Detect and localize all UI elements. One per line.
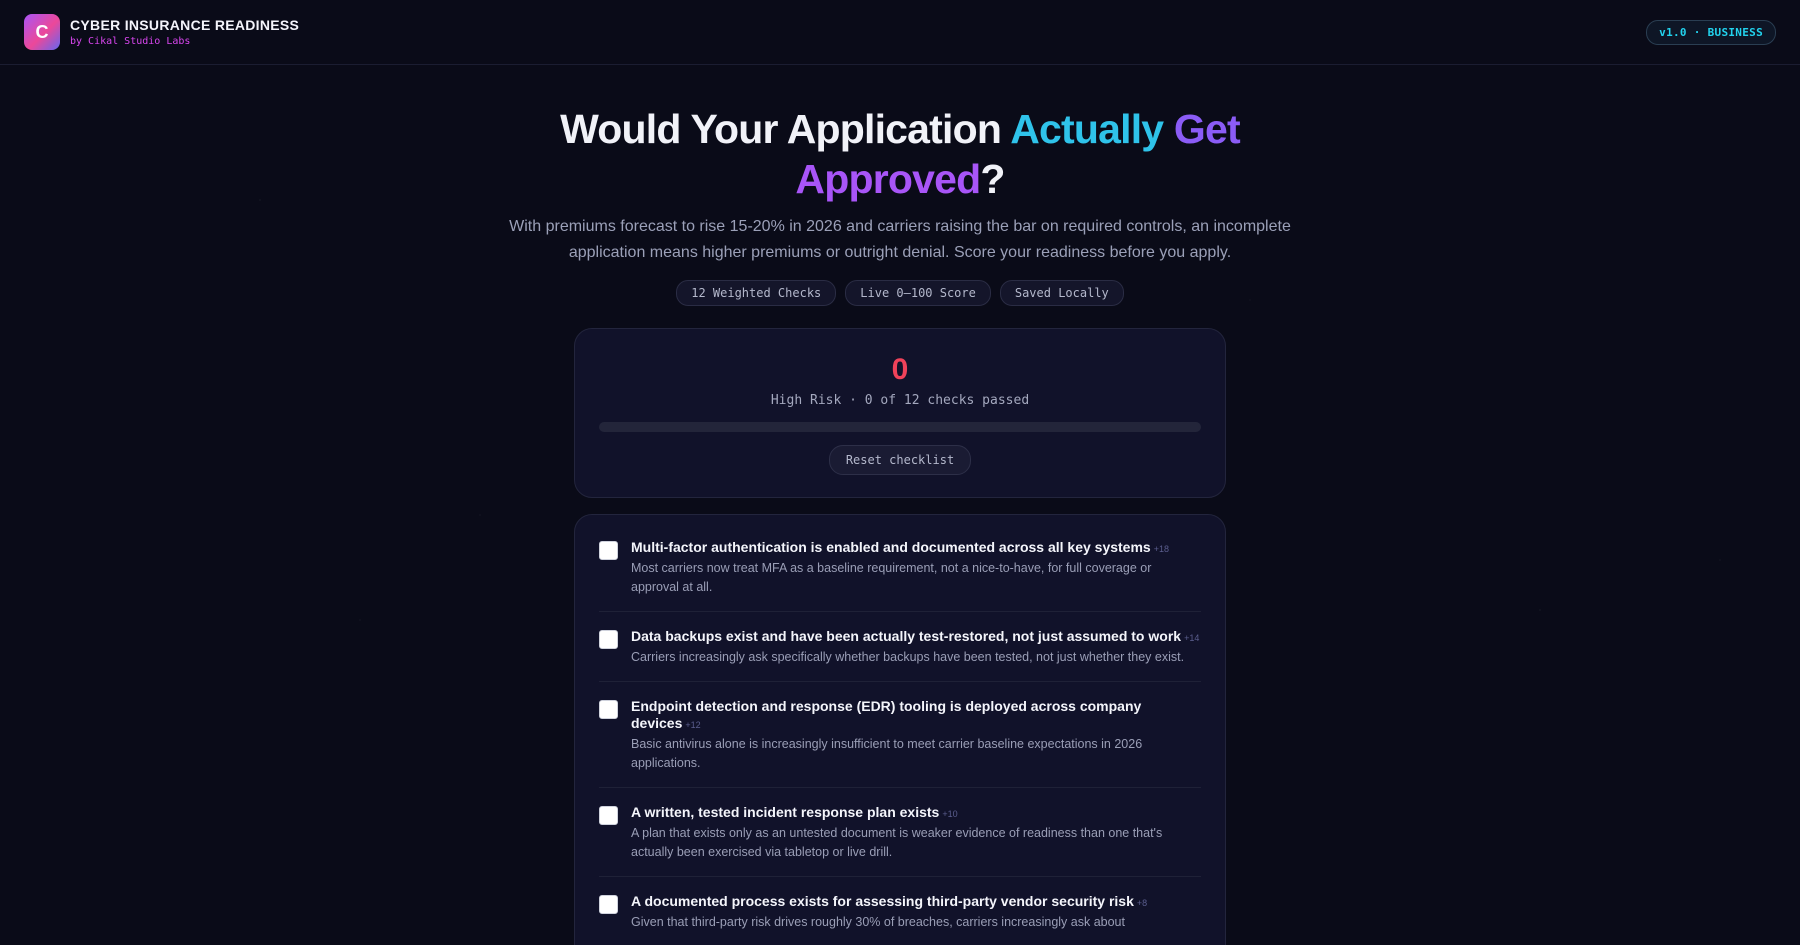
headline-highlight-actually: Actually (1010, 106, 1164, 152)
score-status: High Risk · 0 of 12 checks passed (770, 393, 1030, 408)
version-badge: v1.0 · BUSINESS (1646, 19, 1776, 45)
checklist-item-title: Multi-factor authentication is enabled a… (631, 539, 1201, 558)
brand[interactable]: C CYBER INSURANCE READINESS by Cikal Stu… (24, 14, 299, 50)
checklist-item-description: A plan that exists only as an untested d… (631, 826, 1163, 859)
checklist-item-description: Carriers increasingly ask specifically w… (631, 650, 1185, 664)
checklist-item-body: Data backups exist and have been actuall… (631, 628, 1201, 667)
headline-question-mark: ? (980, 156, 1005, 202)
hero-subtext: With premiums forecast to rise 15-20% in… (509, 218, 1291, 261)
checkbox-incident-response[interactable] (599, 806, 618, 825)
checklist-item-title: A documented process exists for assessin… (631, 893, 1201, 912)
headline-part-1: Would Your Application (560, 106, 1011, 152)
checklist-item-title: Data backups exist and have been actuall… (631, 628, 1201, 647)
score-card: 0 High Risk · 0 of 12 checks passed Rese… (574, 328, 1226, 498)
checkbox-backups[interactable] (599, 630, 618, 649)
checklist-title-text: A documented process exists for assessin… (631, 893, 1134, 909)
checklist-weight-badge: +18 (1153, 544, 1169, 554)
checklist-item-description: Most carriers now treat MFA as a baselin… (631, 561, 1152, 594)
page-headline: Would Your Application Actually Get Appro… (520, 104, 1280, 204)
hero-section: Would Your Application Actually Get Appro… (0, 104, 1800, 306)
feature-pills: 12 Weighted Checks Live 0–100 Score Save… (0, 280, 1800, 306)
pill-weighted-checks: 12 Weighted Checks (676, 280, 837, 306)
checklist-item-vendor-risk[interactable]: A documented process exists for assessin… (599, 889, 1201, 945)
headline-space (1163, 106, 1174, 152)
checklist-card: Multi-factor authentication is enabled a… (574, 514, 1226, 945)
pill-live-score: Live 0–100 Score (845, 280, 991, 306)
checklist-weight-badge: +8 (1136, 898, 1148, 908)
headline-highlight-approved: Approved (795, 156, 981, 202)
checklist-item-body: A written, tested incident response plan… (631, 804, 1201, 862)
checklist-item-backups[interactable]: Data backups exist and have been actuall… (599, 624, 1201, 682)
checklist-item-title: A written, tested incident response plan… (631, 804, 1201, 823)
top-bar: C CYBER INSURANCE READINESS by Cikal Stu… (0, 0, 1800, 65)
checkbox-mfa[interactable] (599, 541, 618, 560)
brand-text: CYBER INSURANCE READINESS by Cikal Studi… (70, 17, 299, 47)
checklist-title-text: Data backups exist and have been actuall… (631, 628, 1182, 644)
score-progress-bar (599, 422, 1201, 432)
app-subtitle: by Cikal Studio Labs (70, 36, 191, 47)
checklist-item-body: Endpoint detection and response (EDR) to… (631, 698, 1201, 773)
checklist-item-edr[interactable]: Endpoint detection and response (EDR) to… (599, 694, 1201, 788)
pill-saved-locally: Saved Locally (999, 280, 1124, 306)
checklist-title-text: Multi-factor authentication is enabled a… (631, 539, 1151, 555)
app-title: CYBER INSURANCE READINESS (70, 17, 300, 33)
checklist-weight-badge: +12 (685, 720, 701, 730)
reset-checklist-button[interactable]: Reset checklist (828, 445, 972, 475)
checkbox-edr[interactable] (599, 700, 618, 719)
checklist-item-description: Basic antivirus alone is increasingly in… (631, 737, 1143, 770)
checklist-item-description: Given that third-party risk drives rough… (631, 915, 1125, 929)
score-value: 0 (891, 353, 909, 386)
headline-highlight-get: Get (1173, 106, 1241, 152)
checklist-item-body: A documented process exists for assessin… (631, 893, 1201, 932)
checklist-weight-badge: +14 (1184, 633, 1200, 643)
checkbox-vendor-risk[interactable] (599, 895, 618, 914)
checklist-item-title: Endpoint detection and response (EDR) to… (631, 698, 1201, 734)
checklist-title-text: Endpoint detection and response (EDR) to… (631, 698, 1142, 731)
checklist-item-body: Multi-factor authentication is enabled a… (631, 539, 1201, 597)
checklist-weight-badge: +10 (942, 809, 958, 819)
checklist-item-incident-response[interactable]: A written, tested incident response plan… (599, 800, 1201, 877)
checklist-item-mfa[interactable]: Multi-factor authentication is enabled a… (599, 535, 1201, 612)
app-logo: C (24, 14, 60, 50)
checklist-title-text: A written, tested incident response plan… (631, 804, 940, 820)
